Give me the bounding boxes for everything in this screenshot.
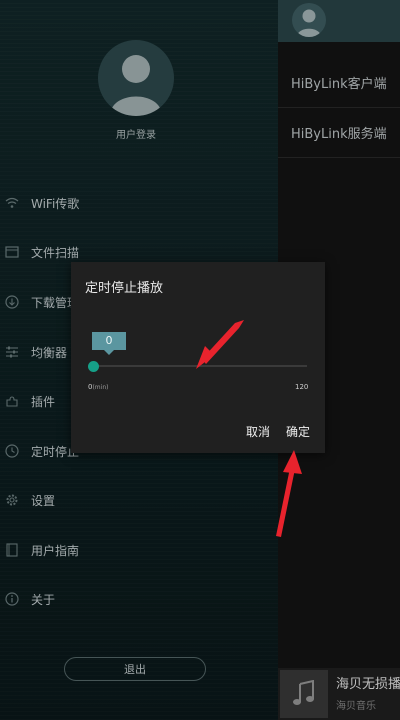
cancel-button[interactable]: 取消 (246, 423, 270, 440)
dialog-title: 定时停止播放 (85, 281, 164, 296)
slider-max-label: 120 (295, 383, 309, 391)
sleep-timer-dialog: 定时停止播放 0 0(min) 120 取消 确定 (71, 262, 325, 453)
slider-value-bubble: 0 (92, 332, 126, 350)
slider-min-unit: (min) (92, 384, 109, 391)
confirm-button[interactable]: 确定 (286, 423, 310, 440)
timer-slider-thumb[interactable] (88, 361, 99, 372)
slider-value-bubble-tail (104, 350, 114, 355)
timer-slider-track[interactable] (93, 365, 307, 367)
slider-min-label: 0(min) (88, 383, 108, 391)
